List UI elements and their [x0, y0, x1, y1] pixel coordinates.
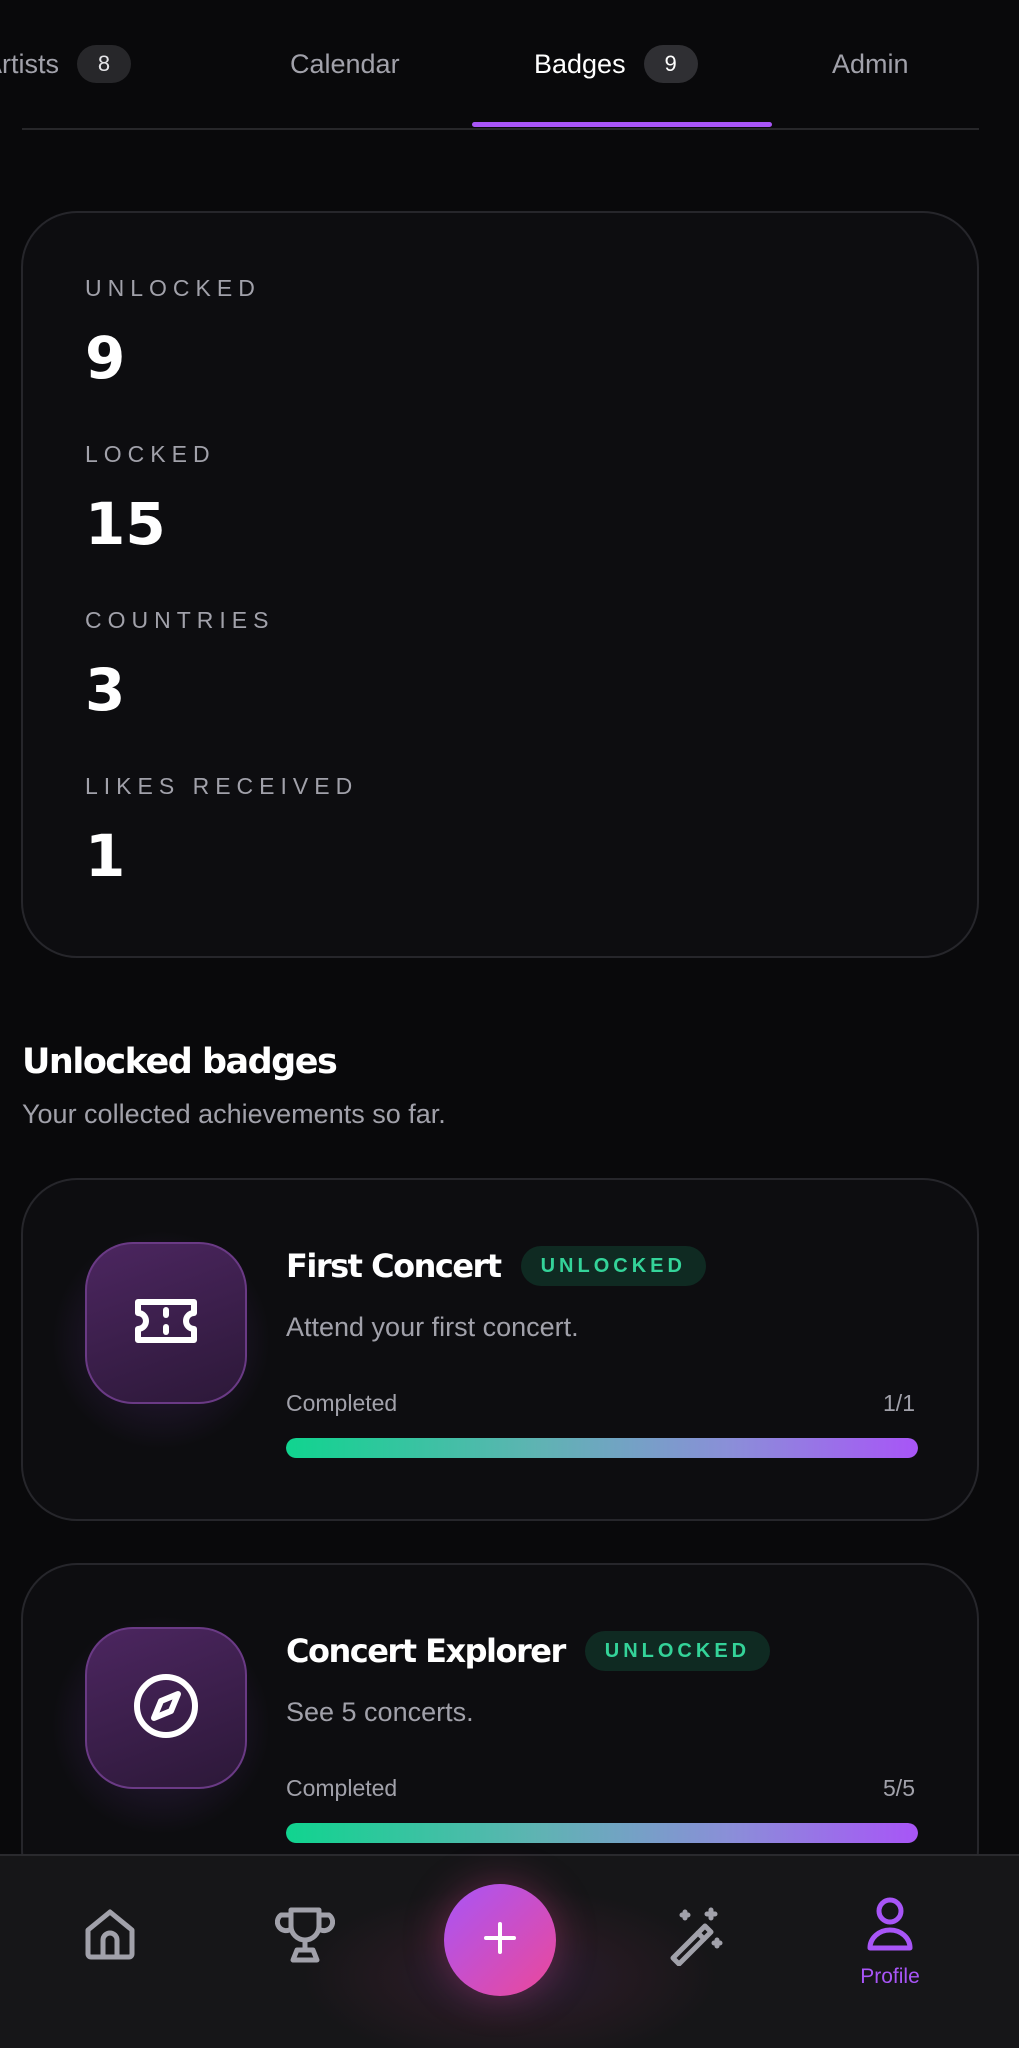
badges-page: Artists 8 Calendar Badges 9 Admin UNLOCK… [0, 0, 1019, 2048]
plus-icon [482, 1920, 518, 1961]
tab-label-artists: Artists [0, 48, 60, 79]
stat-value: 3 [85, 656, 126, 724]
stat-label: LIKES RECEIVED [85, 773, 359, 799]
tab-label-admin: Admin [832, 48, 909, 79]
badge-card-first-concert[interactable]: First Concert UNLOCKED Attend your first… [21, 1178, 979, 1521]
tab-badges[interactable]: Badges 9 [534, 36, 698, 92]
stat-label: COUNTRIES [85, 607, 275, 633]
trophy-icon [274, 1906, 336, 1969]
progress-bar [286, 1438, 918, 1458]
progress-fill [286, 1438, 918, 1458]
stat-label: LOCKED [85, 441, 216, 467]
badge-title: First Concert [286, 1247, 502, 1285]
progress-label: Completed [286, 1775, 398, 1801]
tab-count-badges: 9 [643, 45, 698, 83]
tab-calendar[interactable]: Calendar [290, 36, 400, 92]
stat-countries: COUNTRIES 3 [85, 605, 915, 771]
user-icon [865, 1896, 915, 1957]
ticket-icon [132, 1296, 200, 1351]
tab-count-artists: 8 [77, 45, 132, 83]
badge-description: Attend your first concert. [286, 1312, 579, 1342]
add-button[interactable] [444, 1884, 556, 1996]
nav-label-profile: Profile [860, 1965, 920, 1988]
stat-likes-received: LIKES RECEIVED 1 [85, 771, 915, 937]
badge-title-row: Concert Explorer UNLOCKED [286, 1631, 771, 1671]
section-subtitle: Your collected achievements so far. [22, 1099, 446, 1129]
stat-locked: LOCKED 15 [85, 439, 915, 605]
tab-admin[interactable]: Admin [832, 36, 909, 92]
badge-status: UNLOCKED [584, 1631, 771, 1671]
badge-title: Concert Explorer [286, 1632, 566, 1670]
tab-label-calendar: Calendar [290, 48, 400, 79]
compass-icon [131, 1671, 201, 1746]
tab-bar: Artists 8 Calendar Badges 9 Admin [0, 0, 1019, 130]
nav-magic[interactable] [635, 1906, 755, 2006]
badge-title-row: First Concert UNLOCKED [286, 1246, 706, 1286]
stat-value: 1 [85, 822, 126, 890]
tab-artists[interactable]: Artists 8 [0, 36, 132, 92]
badge-description: See 5 concerts. [286, 1697, 474, 1727]
section-title: Unlocked badges [22, 1042, 338, 1082]
progress-count: 5/5 [883, 1775, 915, 1801]
nav-trophies[interactable] [245, 1906, 365, 2006]
badge-icon-container [85, 1627, 247, 1789]
progress-label: Completed [286, 1390, 398, 1416]
progress-fill [286, 1823, 918, 1843]
stat-label: UNLOCKED [85, 275, 261, 301]
bottom-nav: Profile [0, 1854, 1019, 2048]
stat-unlocked: UNLOCKED 9 [85, 273, 915, 439]
tab-label-badges: Badges [534, 48, 626, 79]
stat-value: 9 [85, 324, 126, 392]
nav-home[interactable] [50, 1906, 170, 2006]
stats-card: UNLOCKED 9 LOCKED 15 COUNTRIES 3 LIKES R… [21, 211, 979, 958]
badge-icon-container [85, 1242, 247, 1404]
home-icon [82, 1906, 138, 1967]
progress-count: 1/1 [883, 1390, 915, 1416]
magic-wand-icon [665, 1906, 725, 1971]
badge-status: UNLOCKED [520, 1246, 706, 1286]
stat-value: 15 [85, 490, 166, 558]
active-tab-indicator [472, 122, 772, 127]
progress-bar [286, 1823, 918, 1843]
nav-profile[interactable]: Profile [830, 1896, 950, 1996]
tab-divider [22, 128, 979, 130]
